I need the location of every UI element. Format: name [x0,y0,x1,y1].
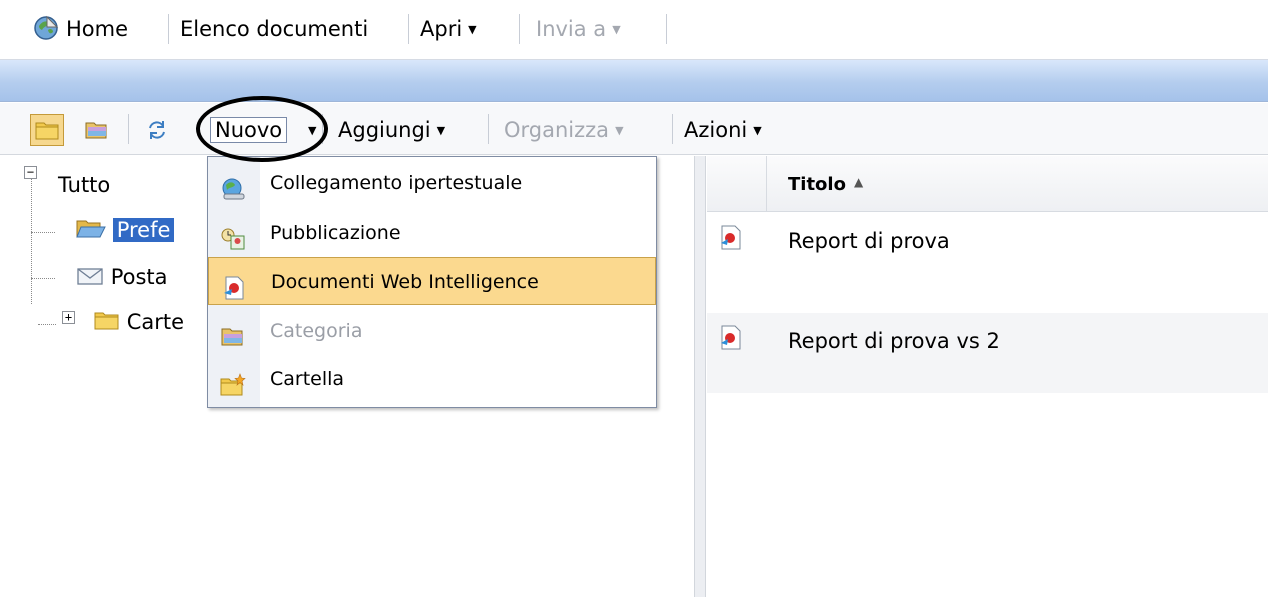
chevron-down-icon: ▼ [753,124,762,137]
send-to-label: Invia a [536,17,607,41]
chevron-down-icon: ▼ [436,124,446,137]
tree-item-inbox[interactable]: Posta [76,262,168,292]
organize-label: Organizza [504,118,610,142]
tree-item-label: Posta [110,265,168,289]
separator [672,114,673,144]
separator [408,14,409,44]
menu-item-hyperlink[interactable]: Collegamento ipertestuale [208,159,656,207]
top-menu-bar: Home Elenco documenti Apri ▼ Invia a ▼ [0,0,1268,60]
add-label: Aggiungi [338,118,431,142]
refresh-button[interactable] [140,114,174,146]
annotation-ellipse [196,96,328,162]
toolbar: Nuovo ▼ Aggiungi ▼ Organizza ▼ Azioni ▼ [0,103,1268,155]
tree-guide [31,278,55,279]
header-band [0,60,1268,102]
send-to-menu[interactable]: Invia a ▼ [536,14,621,44]
expand-toggle[interactable]: + [62,311,75,324]
tree-item-folders[interactable]: Carte [94,307,184,337]
menu-item-label: Cartella [270,368,345,390]
separator [168,14,169,44]
menu-item-label: Collegamento ipertestuale [270,172,523,194]
open-menu[interactable]: Apri ▼ [420,14,477,44]
menu-item-publication[interactable]: Pubblicazione [208,209,656,257]
tree-guide [31,232,55,233]
folder-icon [35,122,59,140]
envelope-icon [77,268,103,285]
table-row[interactable]: Report di prova [707,213,1268,293]
refresh-icon [149,121,165,139]
menu-item-label: Categoria [270,320,363,342]
categories-view-button[interactable] [80,114,114,146]
organize-menu-button[interactable]: Organizza ▼ [504,114,624,146]
tree-item-label: Prefe [112,218,175,242]
tree-item-favorites[interactable]: Prefe [76,215,175,245]
icon-column-header [707,156,767,212]
pane-splitter[interactable] [694,156,706,597]
folders-view-button[interactable] [30,114,64,146]
folder-icon [94,312,119,330]
table-row[interactable]: Report di prova vs 2 [707,313,1268,393]
chevron-down-icon: ▼ [612,23,621,36]
hyperlink-icon [220,171,246,200]
category-icon [220,319,246,346]
menu-item-category[interactable]: Categoria [208,307,656,355]
document-list-link[interactable]: Elenco documenti [180,14,368,44]
category-icon [85,122,107,139]
title-column-header[interactable]: Titolo ▲ [788,174,863,195]
publication-icon [220,221,246,250]
webi-document-icon [719,325,743,356]
new-dropdown-menu: Collegamento ipertestuale Pubblicazione … [207,156,657,408]
separator [519,14,520,44]
row-title: Report di prova [788,229,950,253]
separator [128,114,129,144]
open-folder-icon [76,220,106,238]
menu-item-label: Pubblicazione [270,222,401,244]
menu-item-label: Documenti Web Intelligence [271,271,539,293]
new-folder-icon [220,367,246,396]
actions-menu-button[interactable]: Azioni ▼ [684,114,762,146]
home-link[interactable]: Home [66,14,128,44]
tree-guide [38,324,56,325]
actions-label: Azioni [684,118,748,142]
separator [666,14,667,44]
webi-document-icon [221,270,247,300]
menu-item-webi-document[interactable]: Documenti Web Intelligence [208,257,656,305]
menu-item-folder[interactable]: Cartella [208,355,656,403]
title-column-label: Titolo [788,174,846,195]
document-list: Titolo ▲ Report di prova Report di prova … [707,156,1268,597]
tree-guide [31,172,32,304]
sort-ascending-icon: ▲ [853,175,864,189]
add-menu-button[interactable]: Aggiungi ▼ [338,114,445,146]
webi-document-icon [719,225,743,256]
open-label: Apri [420,17,463,41]
row-title: Report di prova vs 2 [788,329,1000,353]
list-header: Titolo ▲ [707,156,1268,212]
separator [488,114,489,144]
collapse-toggle[interactable]: − [24,166,37,179]
home-icon[interactable] [32,14,60,47]
tree-item-label: Carte [126,310,185,334]
tree-item-root[interactable]: Tutto [58,170,110,200]
chevron-down-icon: ▼ [468,23,477,36]
chevron-down-icon: ▼ [615,124,624,137]
